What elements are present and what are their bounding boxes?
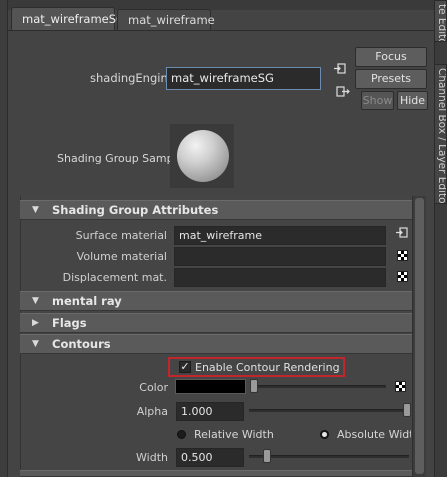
color-map-icon[interactable] — [395, 381, 406, 392]
tab-mat-wireframesg[interactable]: mat_wireframeSG — [11, 7, 125, 31]
section-title: mental ray — [52, 294, 122, 308]
alpha-slider-track[interactable] — [249, 409, 409, 412]
surface-material-label: Surface material — [75, 229, 167, 242]
sphere-preview — [177, 130, 229, 182]
section-title: Contours — [52, 337, 111, 351]
relative-width-label: Relative Width — [194, 428, 274, 441]
section-title: Flags — [52, 316, 87, 330]
width-label: Width — [136, 451, 168, 464]
volume-material-label: Volume material — [76, 250, 167, 263]
color-label: Color — [139, 381, 168, 394]
shading-group-swatch[interactable] — [170, 124, 234, 188]
expand-down-icon: ▼ — [32, 339, 39, 349]
color-slider-thumb[interactable] — [250, 379, 258, 393]
section-mental-ray[interactable]: ▼ mental ray — [20, 291, 412, 311]
section-next-partial — [20, 470, 412, 477]
tab-divider — [8, 30, 434, 31]
vertical-scrollbar[interactable] — [412, 196, 426, 477]
enable-contour-checkbox[interactable]: ✓ — [179, 361, 191, 373]
output-connection-icon[interactable] — [336, 84, 350, 98]
expand-down-icon: ▼ — [32, 296, 39, 306]
expand-down-icon: ▼ — [32, 205, 39, 215]
show-button[interactable]: Show — [361, 91, 394, 110]
side-tab-attribute-editor[interactable]: te Editor — [434, 0, 447, 42]
volume-material-map-icon[interactable] — [397, 250, 408, 261]
section-title: Shading Group Attributes — [52, 203, 219, 217]
tab-label: mat_wireframeSG — [22, 12, 125, 26]
alpha-field[interactable]: 1.000 — [176, 402, 244, 421]
surface-material-connect-icon[interactable] — [395, 226, 409, 240]
side-tab-label: Channel Box / Layer Editor — [436, 68, 447, 204]
side-tab-label: te Editor — [436, 4, 447, 42]
enable-contour-highlight: ✓ Enable Contour Rendering — [168, 357, 345, 377]
absolute-width-radio[interactable] — [320, 430, 329, 439]
contour-color-swatch[interactable] — [175, 379, 246, 394]
collapsed-right-icon: ▶ — [32, 318, 39, 328]
scrollbar-thumb[interactable] — [415, 198, 424, 474]
displacement-mat-field[interactable] — [174, 268, 386, 287]
side-tab-channel-box[interactable]: Channel Box / Layer Editor — [434, 64, 447, 204]
width-slider-track[interactable] — [249, 455, 409, 458]
tab-label: mat_wireframe — [128, 13, 215, 27]
section-shading-group-attributes[interactable]: ▼ Shading Group Attributes — [20, 200, 412, 220]
surface-material-field[interactable]: mat_wireframe — [174, 226, 386, 245]
absolute-width-label: Absolute Width — [337, 428, 411, 441]
displacement-mat-label: Displacement mat. — [62, 271, 167, 284]
tab-mat-wireframe[interactable]: mat_wireframe — [117, 9, 215, 31]
presets-button[interactable]: Presets — [355, 69, 427, 89]
width-field[interactable]: 0.500 — [176, 448, 244, 467]
color-slider-track[interactable] — [251, 385, 386, 388]
focus-button[interactable]: Focus — [355, 47, 427, 67]
alpha-label: Alpha — [136, 405, 168, 418]
input-connection-icon[interactable] — [333, 62, 347, 76]
relative-width-radio[interactable] — [177, 430, 186, 439]
displacement-mat-map-icon[interactable] — [397, 271, 408, 282]
volume-material-field[interactable] — [174, 247, 386, 266]
shading-engine-field[interactable]: mat_wireframeSG — [166, 67, 321, 90]
section-flags[interactable]: ▶ Flags — [20, 313, 412, 333]
left-frame — [0, 0, 8, 477]
hide-button[interactable]: Hide — [397, 91, 428, 110]
width-slider-thumb[interactable] — [263, 449, 271, 463]
section-contours[interactable]: ▼ Contours — [20, 334, 412, 354]
enable-contour-label: Enable Contour Rendering — [195, 361, 340, 374]
shading-group-sample-label: Shading Group Sample — [57, 152, 184, 165]
alpha-slider-thumb[interactable] — [403, 403, 411, 417]
